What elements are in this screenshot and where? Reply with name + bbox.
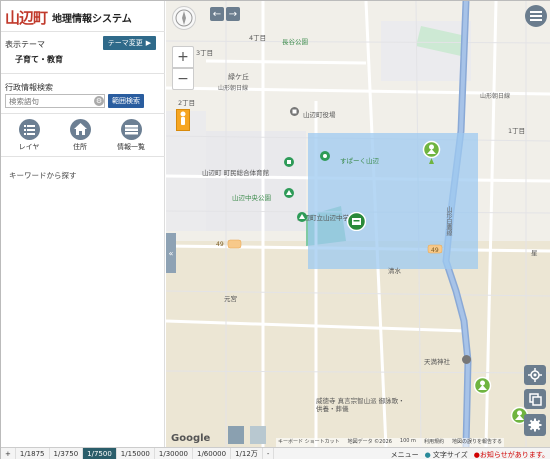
map-label-hall: 山辺町 町民総合体育館: [202, 169, 270, 177]
scale-option-1875[interactable]: 1/1875: [16, 447, 50, 459]
layers-icon[interactable]: [524, 389, 546, 409]
street-view-pegman-icon[interactable]: [176, 109, 190, 131]
terms-link[interactable]: 利用規約: [424, 438, 444, 447]
sports-poi-icon[interactable]: [320, 151, 330, 163]
map-label-prefroad: 山形白鷹線: [445, 206, 452, 236]
scale-option-7500[interactable]: 1/7500: [83, 447, 117, 459]
house-icon: [69, 119, 91, 140]
scale-plus-button[interactable]: +: [1, 447, 16, 459]
expand-right-icon[interactable]: →: [226, 7, 240, 21]
map-label-route49b: 49: [431, 247, 439, 254]
notice-link[interactable]: ●お知らせがあります。: [474, 450, 549, 459]
scale-option-120000[interactable]: 1/12万: [231, 447, 263, 459]
font-size-icon: ●: [424, 450, 431, 459]
scale-option-15000[interactable]: 1/15000: [117, 447, 155, 459]
map-label-tenman: 天満神社: [424, 358, 450, 366]
keyboard-shortcuts-link[interactable]: キーボード ショートカット: [278, 438, 340, 447]
map-label-midorigaoka: 緑ケ丘: [228, 73, 249, 81]
map-label-motomiya: 元宮: [224, 295, 237, 303]
zoom-in-button[interactable]: +: [172, 46, 194, 68]
building-poi-icon[interactable]: [284, 157, 294, 169]
map-label-chome4: 4丁目: [249, 34, 267, 42]
search-settings-icon[interactable]: ⚙: [94, 96, 104, 106]
school-poi-icon[interactable]: [297, 212, 307, 224]
layer-label: レイヤ: [18, 143, 40, 151]
shrine-poi-icon[interactable]: [462, 355, 471, 366]
scale-bar: 100 m: [399, 438, 416, 444]
map-label-town-office: 山辺町役場: [303, 111, 336, 119]
sidebar-toggle-icon[interactable]: «: [166, 233, 176, 273]
theme-change-label: テーマ変更: [107, 39, 143, 47]
play-icon: ▶: [145, 39, 152, 47]
menu-link[interactable]: メニュー: [391, 450, 419, 459]
system-title: 地理情報システム: [52, 13, 132, 25]
map-label-route49a: 49: [216, 241, 224, 248]
map-label-shimizu: 清水: [388, 267, 401, 275]
font-size-label: 文字サイズ: [432, 450, 468, 459]
map-label-chome2: 2丁目: [178, 99, 196, 107]
google-logo: Google: [171, 433, 211, 444]
hamburger-menu-icon[interactable]: [525, 5, 547, 27]
map-label-chome1: 1丁目: [508, 127, 526, 135]
map-label-hoshi: 星: [531, 249, 538, 257]
zoom-out-button[interactable]: −: [172, 68, 194, 90]
map-label-central-park: 山辺中央公園: [232, 194, 271, 202]
town-name: 山辺町: [5, 8, 48, 27]
address-label: 住所: [73, 143, 87, 151]
info-list-label: 情報一覧: [117, 143, 145, 151]
scale-minus-button[interactable]: -: [263, 447, 275, 459]
notice-label: お知らせがあります。: [479, 450, 549, 459]
childcare-marker-1-icon[interactable]: [422, 140, 441, 168]
report-error-link[interactable]: 地図の誤りを報告する: [452, 438, 502, 447]
search-input[interactable]: [5, 94, 105, 108]
scale-option-30000[interactable]: 1/30000: [155, 447, 193, 459]
scale-option-60000[interactable]: 1/60000: [193, 447, 232, 459]
footer-menu-area: メニュー ● 文字サイズ ●お知らせがあります。: [391, 448, 549, 459]
school-marker-icon[interactable]: [346, 211, 367, 233]
settings-gear-icon[interactable]: [524, 414, 546, 436]
map-type-thumbnail-1[interactable]: [228, 426, 244, 444]
app-window: 山辺町 地理情報システム 表示テーマ テーマ変更 ▶ 子育て・教育 行政情報検索…: [0, 0, 550, 459]
map-label-chome3: 3丁目: [196, 49, 214, 57]
map-label-road-e: 山形朝日線: [480, 93, 511, 100]
font-size-link[interactable]: ● 文字サイズ: [425, 450, 468, 459]
collapse-left-icon[interactable]: ←: [210, 7, 224, 21]
compass-icon[interactable]: [172, 6, 196, 30]
map-label-road-w: 山形朝日線: [218, 85, 249, 92]
keyword-search-hint[interactable]: キーワードから探す: [9, 170, 77, 181]
app-logo[interactable]: 山辺町 地理情報システム: [5, 5, 132, 29]
address-tool-button[interactable]: 住所: [60, 119, 100, 152]
office-poi-icon[interactable]: [290, 107, 299, 118]
current-location-icon[interactable]: [524, 365, 546, 385]
range-search-button[interactable]: 範囲検索: [108, 94, 144, 108]
info-list-tool-button[interactable]: 情報一覧: [111, 119, 151, 152]
map-view[interactable]: 4丁目 3丁目 2丁目 1丁目 長谷公園 緑ケ丘 山形朝日線 山形朝日線 山辺町…: [166, 1, 550, 447]
map-attribution: キーボード ショートカット 地図データ ©2026 100 m 利用規約 地図の…: [276, 438, 504, 447]
footer-bar: + 1/1875 1/3750 1/7500 1/15000 1/30000 1…: [1, 447, 550, 459]
selection-range[interactable]: [308, 133, 478, 269]
map-label-suparku: すぱーく山辺: [340, 157, 379, 165]
layer-tool-button[interactable]: レイヤ: [9, 119, 49, 152]
childcare-marker-2-icon[interactable]: [473, 376, 492, 397]
admin-search-label: 行政情報検索: [5, 83, 53, 92]
theme-change-button[interactable]: テーマ変更 ▶: [103, 36, 156, 50]
theme-label: 表示テーマ: [5, 40, 45, 49]
map-data-credit: 地図データ ©2026: [347, 439, 392, 445]
scale-option-3750[interactable]: 1/3750: [50, 447, 84, 459]
list-icon: [18, 119, 40, 140]
park-poi-icon[interactable]: [284, 188, 294, 200]
map-label-temple: 威徳寺 真言宗智山派 御詠歌・供養・葬儀: [316, 397, 405, 413]
map-label-park: 長谷公園: [282, 38, 308, 46]
current-theme: 子育て・教育: [15, 55, 63, 64]
table-icon: [120, 119, 142, 140]
sidebar: 山辺町 地理情報システム 表示テーマ テーマ変更 ▶ 子育て・教育 行政情報検索…: [1, 1, 165, 447]
map-type-thumbnail-2[interactable]: [250, 426, 266, 444]
